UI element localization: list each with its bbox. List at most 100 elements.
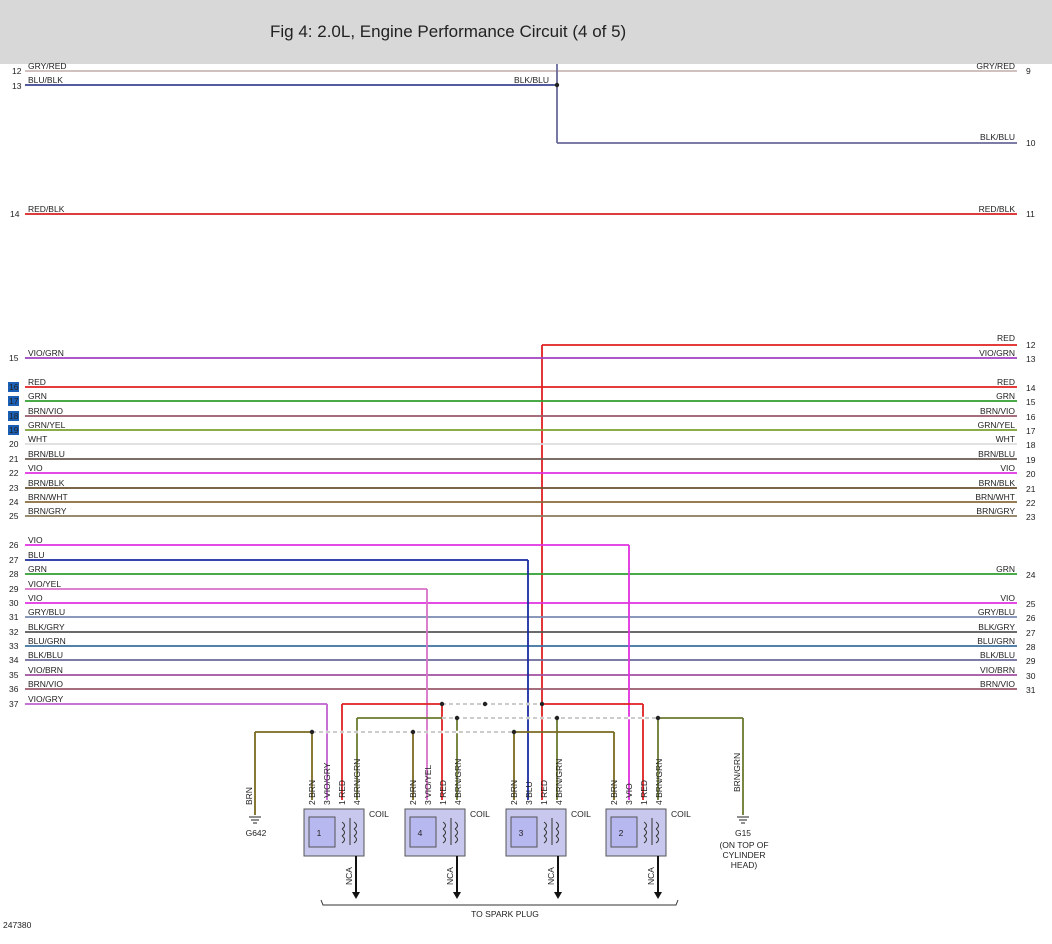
coil-pin-label: 3 BLU (524, 781, 534, 805)
pin-label: 36 (9, 684, 19, 694)
pin-label: 25 (9, 511, 19, 521)
wire-label: BRN/VIO (980, 679, 1015, 689)
wire-label: RED/BLK (979, 204, 1016, 214)
pin-label: 30 (9, 598, 19, 608)
splice-dot (511, 729, 517, 735)
wire-label: GRY/RED (976, 61, 1015, 71)
pin-label: 28 (1026, 642, 1036, 652)
wire-label: BRN/VIO (28, 406, 63, 416)
wire-label: BLU/GRN (28, 636, 66, 646)
ground-note: HEAD) (731, 860, 758, 870)
pin-label: 34 (9, 655, 19, 665)
coil-number: 2 (619, 828, 624, 838)
pin-label: 26 (9, 540, 19, 550)
pin-label: 24 (9, 497, 19, 507)
figure-id: 247380 (3, 920, 32, 930)
pin-label: 13 (1026, 354, 1036, 364)
coil-pin-label: 4 BRN/GRN (654, 759, 664, 805)
coil-pin-label: 2 BRN (509, 780, 519, 805)
pin-label: 29 (9, 584, 19, 594)
pin-label: 15 (1026, 397, 1036, 407)
splice-dot (309, 729, 315, 735)
wire-label: BLU/GRN (977, 636, 1015, 646)
splice-dot (454, 715, 460, 721)
pin-label: 23 (1026, 512, 1036, 522)
coil-pin-label: 1 RED (639, 780, 649, 805)
wire-label: BLK/BLU (28, 650, 63, 660)
coil-pin-label: 1 RED (337, 780, 347, 805)
wire-label: GRY/RED (28, 61, 67, 71)
wire-label: GRY/BLU (28, 607, 65, 617)
pin-label: 17 (1026, 426, 1036, 436)
arrow-icon (654, 892, 662, 899)
pin-label: 13 (12, 81, 22, 91)
wire-label: RED (997, 377, 1015, 387)
coil-number: 4 (418, 828, 423, 838)
wire-label: BRN/VIO (28, 679, 63, 689)
wire-label: GRN/YEL (978, 420, 1016, 430)
wire-label: GRN (28, 564, 47, 574)
pin-label: 18 (1026, 440, 1036, 450)
wire-label: VIO (1000, 593, 1015, 603)
wire-label: VIO/BRN (980, 665, 1015, 675)
ground-icon (737, 816, 749, 824)
nca-label: NCA (546, 867, 556, 885)
pin-label: 12 (1026, 340, 1036, 350)
wire-label: BRN/GRY (28, 506, 67, 516)
wire-label: VIO/GRN (28, 348, 64, 358)
coil-module (610, 816, 638, 848)
pin-label: 19 (1026, 455, 1036, 465)
ground-note: CYLINDER (723, 850, 766, 860)
pin-label: 9 (1026, 66, 1031, 76)
pin-label: 37 (9, 699, 19, 709)
pin-label: 18 (9, 411, 19, 421)
nca-label: NCA (344, 867, 354, 885)
coil-label: COIL (369, 809, 389, 819)
spark-plug-label: TO SPARK PLUG (471, 909, 539, 919)
wire-label: VIO (28, 593, 43, 603)
pin-label: 21 (9, 454, 19, 464)
coil-pin-label: 3 VIO/GRY (322, 762, 332, 805)
pin-label: 21 (1026, 484, 1036, 494)
wire-label: BLU (28, 550, 45, 560)
coil-pin-label: 1 RED (539, 780, 549, 805)
pin-label: 14 (1026, 383, 1036, 393)
wire-label: VIO (28, 463, 43, 473)
wire-label: BRN/BLU (978, 449, 1015, 459)
wire-label: RED (28, 377, 46, 387)
pin-label: 15 (9, 353, 19, 363)
splice-dot (410, 729, 416, 735)
wire-label: BLK/GRY (978, 622, 1015, 632)
nca-label: NCA (646, 867, 656, 885)
wire-label: BRN (244, 787, 254, 805)
splice-dot (655, 715, 661, 721)
wire-label: VIO (28, 535, 43, 545)
splice-dot (554, 82, 560, 88)
coil-pin-label: 3 VIO (624, 783, 634, 805)
pin-label: 30 (1026, 671, 1036, 681)
wire-label: VIO/BRN (28, 665, 63, 675)
pin-label: 14 (10, 209, 20, 219)
pin-label: 29 (1026, 656, 1036, 666)
wire-label: BRN/BLK (28, 478, 65, 488)
pin-label: 28 (9, 569, 19, 579)
wire-label: BLK/BLU (980, 650, 1015, 660)
coil-module (308, 816, 336, 848)
coil-pin-label: 2 BRN (408, 780, 418, 805)
arrow-icon (352, 892, 360, 899)
spark-plug-bracket (320, 899, 679, 906)
arrow-icon (453, 892, 461, 899)
coil-pin-label: 4 BRN/GRN (352, 759, 362, 805)
pin-label: 23 (9, 483, 19, 493)
pin-label: 17 (9, 396, 19, 406)
pin-label: 25 (1026, 599, 1036, 609)
arrow-icon (554, 892, 562, 899)
wire-label: BRN/GRY (976, 506, 1015, 516)
wire-label: VIO/GRN (979, 348, 1015, 358)
pin-label: 11 (1026, 209, 1035, 219)
wire-label: BLK/GRY (28, 622, 65, 632)
coil-label: COIL (671, 809, 691, 819)
pin-label: 31 (1026, 685, 1036, 695)
splice-dot (482, 701, 488, 707)
coil-module (409, 816, 437, 848)
